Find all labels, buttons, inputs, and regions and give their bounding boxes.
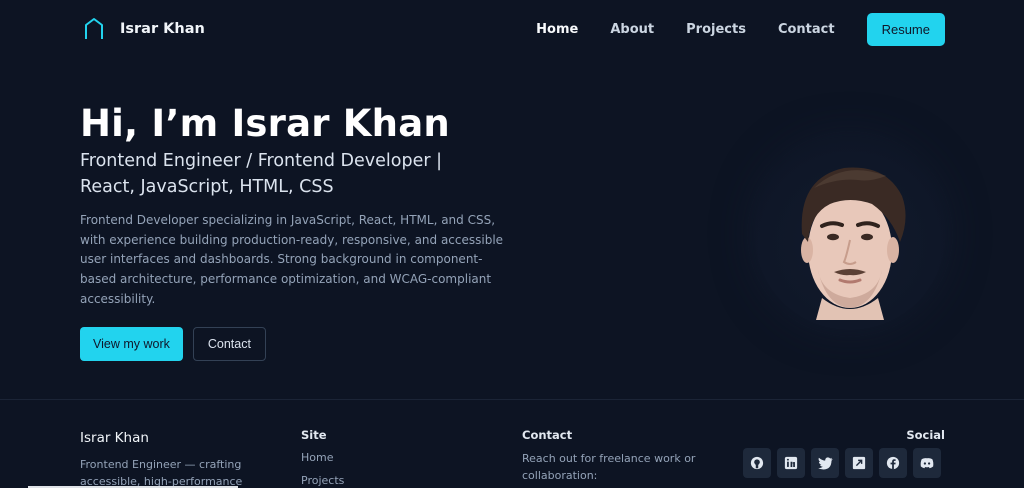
nav-link-about[interactable]: About <box>610 22 654 37</box>
logo-icon <box>80 15 108 43</box>
navbar: Israr Khan Home About Projects Contact R… <box>0 0 1024 58</box>
resume-button[interactable]: Resume <box>866 12 945 46</box>
linkedin-icon[interactable] <box>777 448 805 478</box>
nav-link-projects[interactable]: Projects <box>686 22 746 37</box>
view-work-button[interactable]: View my work <box>80 327 183 361</box>
hero-title: Hi, I’m Israr Khan <box>80 102 450 145</box>
footer-brand: Israr Khan <box>80 430 149 446</box>
hero-description: Frontend Developer specializing in JavaS… <box>80 213 504 306</box>
footer-social-title: Social <box>906 428 945 442</box>
footer-site-title: Site <box>301 428 327 442</box>
footer-divider <box>0 399 1024 400</box>
github-icon[interactable] <box>743 448 771 478</box>
footer-link-projects[interactable]: Projects <box>301 474 344 487</box>
facebook-icon[interactable] <box>879 448 907 478</box>
social-links <box>743 448 941 478</box>
brand[interactable]: Israr Khan <box>80 15 205 43</box>
hero-buttons: View my work Contact <box>80 327 266 361</box>
footer-tagline: Frontend Engineer — crafting accessible,… <box>80 458 243 488</box>
contact-button[interactable]: Contact <box>192 327 266 361</box>
discord-icon[interactable] <box>913 448 941 478</box>
avatar <box>801 167 906 320</box>
profile-photo <box>754 138 946 330</box>
brand-name: Israr Khan <box>120 21 205 37</box>
external-link-icon[interactable] <box>845 448 873 478</box>
footer-contact-title: Contact <box>522 428 573 442</box>
nav-link-contact[interactable]: Contact <box>778 22 835 37</box>
main-nav: Home About Projects Contact Resume <box>504 12 945 46</box>
footer-contact-text: Reach out for freelance work or collabor… <box>522 452 696 482</box>
nav-link-home[interactable]: Home <box>536 22 578 37</box>
footer-link-home[interactable]: Home <box>301 451 333 464</box>
hero-subtitle: Frontend Engineer / Frontend Developer |… <box>80 151 443 197</box>
twitter-icon[interactable] <box>811 448 839 478</box>
